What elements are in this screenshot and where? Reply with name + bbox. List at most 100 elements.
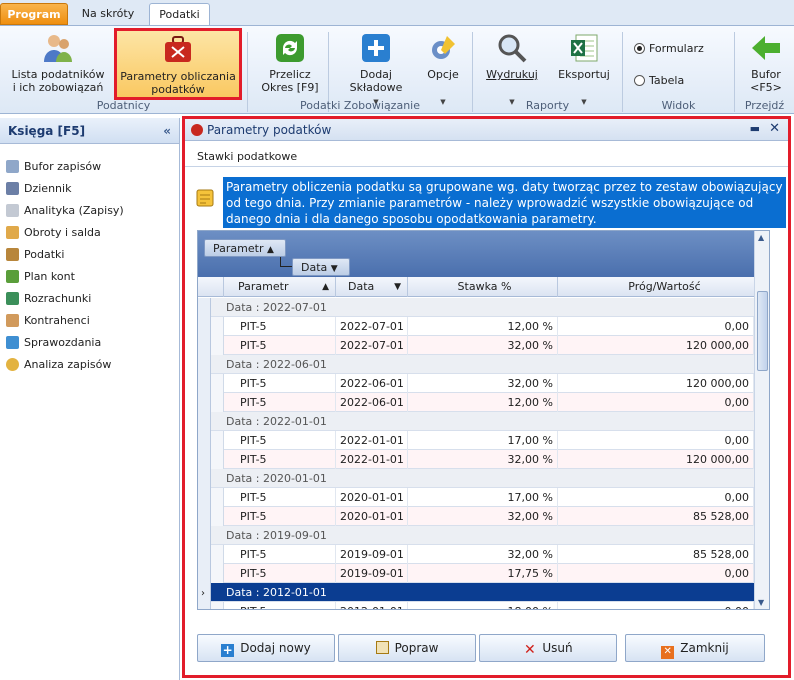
row-indicator [198,317,211,336]
group-row[interactable]: Data : 2022-07-01 [198,298,769,317]
tab-stawki-podatkowe[interactable]: Stawki podatkowe [185,147,788,167]
bufor-button[interactable]: Bufor <F5> [740,26,792,100]
groupby-parametr-chip[interactable]: Parametr ▲ [204,239,286,257]
wydrukuj-button[interactable]: Wydrukuj ▼ [480,26,544,106]
dodaj-skladowe-button[interactable]: Dodaj Składowe ▼ [338,26,414,106]
scroll-down-icon[interactable]: ▼ [758,598,764,607]
formularz-radio[interactable]: Formularz [634,42,704,56]
formularz-label: Formularz [649,42,704,55]
sidebar-item-analiza[interactable]: Analiza zapisów [6,356,111,374]
header-stawka[interactable]: Stawka % [408,277,558,297]
table-row[interactable]: PIT-5 2022-07-01 32,00 % 120 000,00 [198,336,769,355]
table-row[interactable]: PIT-5 2019-09-01 32,00 % 85 528,00 [198,545,769,564]
plan-kont-icon [6,270,19,283]
header-prog[interactable]: Próg/Wartość [558,277,768,297]
cell-data: 2022-06-01 [336,393,408,412]
row-indent [211,431,224,450]
button-label: Dodaj nowy [240,641,311,655]
sprawozdania-icon [6,336,19,349]
row-indicator [198,393,211,412]
group-przejdz: Przejdź [744,99,785,112]
sidebar-item-dziennik[interactable]: Dziennik [6,180,71,198]
cell-data: 2022-01-01 [336,450,408,469]
group-row[interactable]: Data : 2022-06-01 [198,355,769,374]
sidebar-item-analityka[interactable]: Analityka (Zapisy) [6,202,124,220]
table-row[interactable]: PIT-5 2022-01-01 17,00 % 0,00 [198,431,769,450]
vertical-scrollbar[interactable]: ▲ ▼ [754,231,769,609]
table-row[interactable]: PIT-5 2022-07-01 12,00 % 0,00 [198,317,769,336]
cell-stawka: 17,00 % [408,488,558,507]
group-row[interactable]: Data : 2019-09-01 [198,526,769,545]
current-row-icon: › [201,588,205,599]
eksportuj-label: Eksportuj [558,68,610,81]
tab-podatki[interactable]: Podatki [149,3,210,25]
scroll-thumb[interactable] [757,291,768,371]
table-row[interactable]: PIT-5 2020-01-01 32,00 % 85 528,00 [198,507,769,526]
panel-title: Parametry podatków [185,119,788,141]
info-text: Parametry obliczenia podatku są grupowan… [223,177,786,228]
dodaj-nowy-button[interactable]: + Dodaj nowy [197,634,335,662]
maximize-icon[interactable]: ▬ [750,122,760,135]
podatki-icon [6,248,19,261]
row-indicator [198,469,211,488]
sidebar-item-podatki[interactable]: Podatki [6,246,64,264]
table-row[interactable]: PIT-5 2019-09-01 17,75 % 0,00 [198,564,769,583]
sidebar-item-bufor[interactable]: Bufor zapisów [6,158,101,176]
table-row[interactable]: PIT-5 2022-06-01 32,00 % 120 000,00 [198,374,769,393]
cell-stawka: 17,00 % [408,431,558,450]
cell-data: 2022-07-01 [336,336,408,355]
header-parametr[interactable]: Parametr ▲ [224,277,336,297]
opcje-button[interactable]: Opcje ▼ [420,26,466,106]
zamknij-button[interactable]: ✕ Zamknij [625,634,765,662]
collapse-icon[interactable]: « [163,118,171,144]
sidebar-item-sprawozdania[interactable]: Sprawozdania [6,334,101,352]
row-indicator [198,450,211,469]
cell-data: 2019-09-01 [336,545,408,564]
lista-podatnikow-button[interactable]: Lista podatników i ich zobowiązań [6,26,110,100]
cell-stawka: 12,00 % [408,393,558,412]
cell-prog: 85 528,00 [558,507,754,526]
parametry-obliczania-button[interactable]: Parametry obliczania podatków [114,28,242,100]
cell-stawka: 12,00 % [408,317,558,336]
parametry-label: Parametry obliczania podatków [120,70,236,96]
row-indicator [198,336,211,355]
cell-parametr: PIT-5 [224,317,336,336]
cell-stawka: 17,75 % [408,564,558,583]
header-label: Data [348,280,375,293]
cell-prog: 120 000,00 [558,336,754,355]
table-row[interactable]: PIT-52012-01-0118,00 %0,00 [198,602,769,609]
close-icon[interactable]: ✕ [769,121,780,136]
group-row[interactable]: › Data : 2012-01-01 [198,583,769,602]
opcje-label: Opcje [427,68,459,81]
table-row[interactable]: PIT-5 2022-06-01 12,00 % 0,00 [198,393,769,412]
cell-data: 2022-01-01 [336,431,408,450]
group-row[interactable]: Data : 2022-01-01 [198,412,769,431]
sidebar-item-plan-kont[interactable]: Plan kont [6,268,75,286]
przelicz-okres-button[interactable]: Przelicz Okres [F9] [258,26,322,100]
popraw-button[interactable]: Popraw [338,634,476,662]
dziennik-icon [6,182,19,195]
group-widok: Widok [661,99,696,112]
tabela-radio[interactable]: Tabela [634,74,684,88]
button-label: Zamknij [680,641,729,655]
button-label: Popraw [394,641,439,655]
row-indent [211,450,224,469]
scroll-up-icon[interactable]: ▲ [758,233,764,242]
usun-button[interactable]: ✕ Usuń [479,634,617,662]
tab-program[interactable]: Program [0,3,68,25]
back-arrow-icon [752,36,780,60]
group-row[interactable]: Data : 2020-01-01 [198,469,769,488]
groupby-data-chip[interactable]: Data ▼ [292,258,350,276]
sidebar-item-obroty[interactable]: Obroty i salda [6,224,101,242]
header-data[interactable]: Data ▼ [336,277,408,297]
tab-na-skroty[interactable]: Na skróty [70,3,146,25]
table-row[interactable]: PIT-5 2022-01-01 32,00 % 120 000,00 [198,450,769,469]
sidebar-item-kontrahenci[interactable]: Kontrahenci [6,312,90,330]
sidebar-item-rozrachunki[interactable]: Rozrachunki [6,290,91,308]
group-zobowiazanie: Podatki Zobowiązanie [299,99,420,112]
cell-prog: 85 528,00 [558,545,754,564]
table-row[interactable]: PIT-5 2020-01-01 17,00 % 0,00 [198,488,769,507]
eksportuj-button[interactable]: Eksportuj ▼ [552,26,616,106]
sidebar: Księga [F5] « Bufor zapisów Dziennik Ana… [0,118,180,680]
row-indicator [198,545,211,564]
